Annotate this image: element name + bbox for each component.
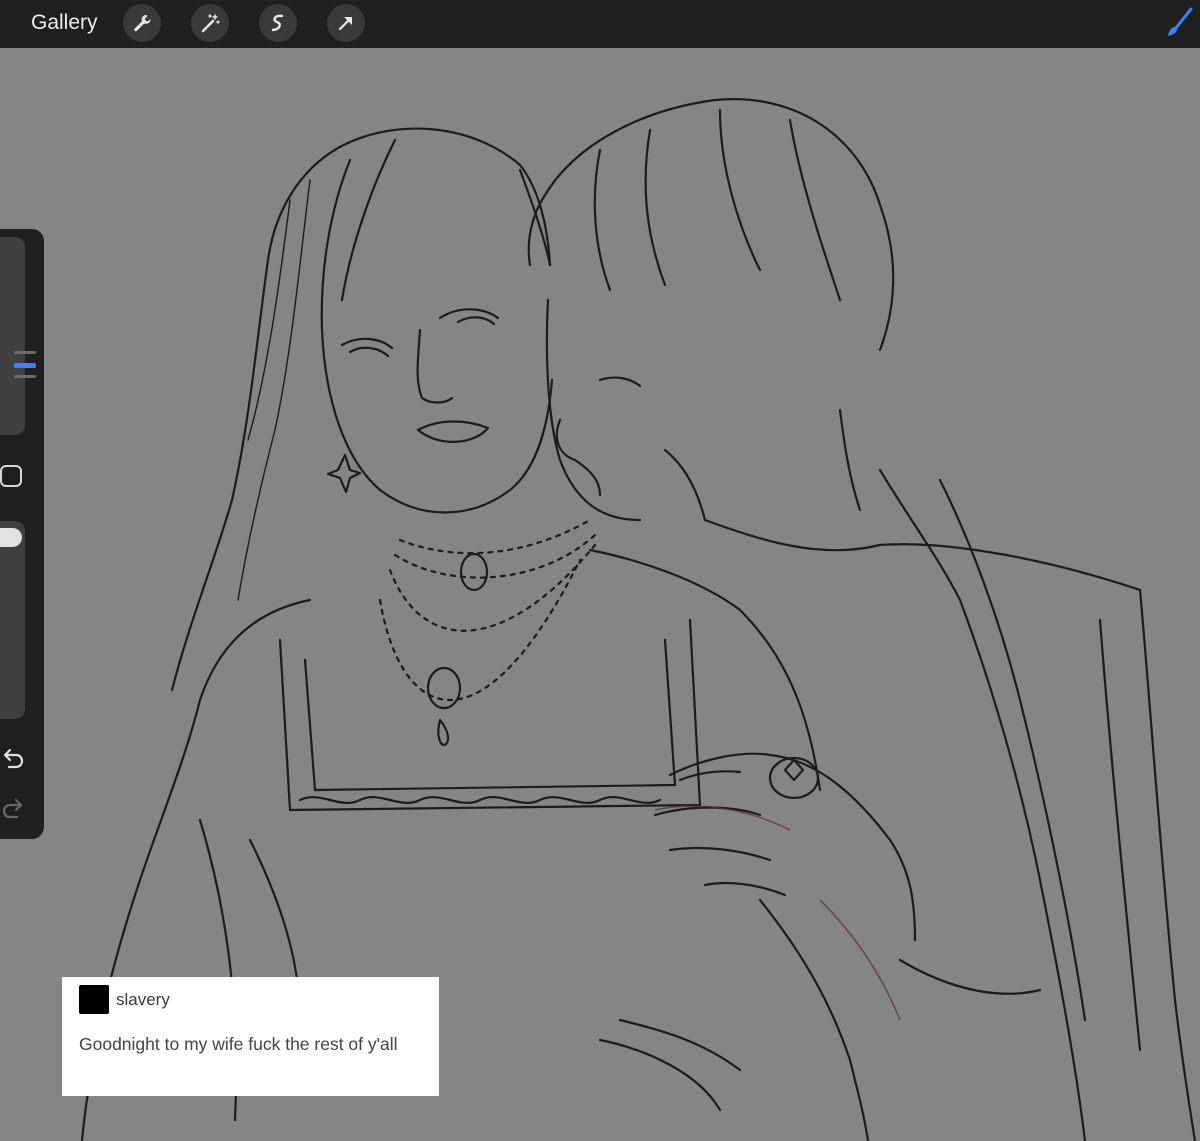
selection-button[interactable] bbox=[259, 4, 297, 42]
top-toolbar: Gallery bbox=[0, 0, 1200, 48]
handle-line bbox=[14, 375, 36, 378]
undo-icon bbox=[3, 748, 24, 769]
redo-button[interactable] bbox=[0, 795, 26, 821]
post-card: slavery Goodnight to my wife fuck the re… bbox=[62, 977, 439, 1096]
selection-icon bbox=[271, 14, 284, 32]
transform-arrow-icon bbox=[338, 17, 352, 31]
wrench-icon bbox=[134, 15, 151, 32]
undo-button[interactable] bbox=[0, 745, 26, 771]
size-slider-handle[interactable] bbox=[0, 351, 36, 378]
post-username: slavery bbox=[116, 990, 170, 1009]
modify-button[interactable] bbox=[0, 465, 22, 487]
brush-sidebar bbox=[0, 229, 44, 839]
opacity-slider[interactable] bbox=[0, 521, 25, 719]
brush-button[interactable] bbox=[1162, 6, 1196, 40]
handle-line-active bbox=[14, 363, 36, 368]
actions-button[interactable] bbox=[123, 4, 161, 42]
post-text: Goodnight to my wife fuck the rest of y'… bbox=[79, 1034, 398, 1054]
opacity-slider-handle[interactable] bbox=[0, 528, 22, 547]
gallery-button[interactable]: Gallery bbox=[31, 10, 98, 36]
handle-line bbox=[14, 351, 36, 354]
brush-icon bbox=[1168, 7, 1193, 36]
adjustments-button[interactable] bbox=[191, 4, 229, 42]
transform-button[interactable] bbox=[327, 4, 365, 42]
avatar bbox=[79, 985, 109, 1014]
magic-wand-icon bbox=[201, 14, 220, 33]
redo-icon bbox=[2, 798, 23, 819]
brush-size-slider[interactable] bbox=[0, 237, 36, 435]
